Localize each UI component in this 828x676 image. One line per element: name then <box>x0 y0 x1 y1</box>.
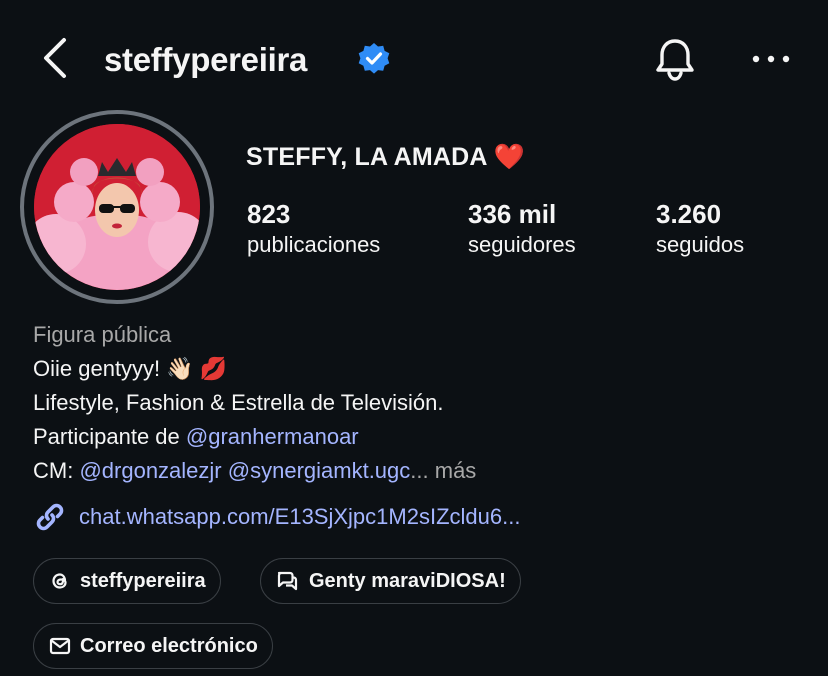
stat-posts-label: publicaciones <box>247 232 381 257</box>
stat-following-label: seguidos <box>656 232 745 257</box>
bio-ellipsis: ... <box>410 458 429 483</box>
channel-button[interactable]: Genty maraviDIOSA! <box>260 558 521 604</box>
mention-granhermanoar[interactable]: @granhermanoar <box>186 424 359 449</box>
chat-bubbles-icon <box>277 571 298 591</box>
back-button[interactable] <box>38 36 74 80</box>
link-icon <box>36 503 64 531</box>
bio-more-button[interactable]: más <box>435 458 477 483</box>
mention-synergiamkt[interactable]: @synergiamkt.ugc <box>228 458 411 483</box>
bio-cm-label: CM: <box>33 458 80 483</box>
display-name-text: STEFFY, LA AMADA <box>246 143 487 171</box>
stat-followers-label: seguidores <box>468 232 576 257</box>
email-button[interactable]: Correo electrónico <box>33 623 273 669</box>
stat-followers-value: 336 mil <box>468 199 557 229</box>
threads-profile-button[interactable]: steffypereiira <box>33 558 221 604</box>
heart-emoji: ❤️ <box>493 143 526 171</box>
email-pill-label: Correo electrónico <box>80 634 258 657</box>
bell-icon <box>656 39 694 81</box>
bio-line-1: Oiie gentyyy! 👋🏻 💋 <box>33 352 227 386</box>
bio-line-4: CM: @drgonzalezjr @synergiamkt.ugc... má… <box>33 454 476 488</box>
bio-line-3: Participante de @granhermanoar <box>33 420 359 454</box>
more-options-button[interactable] <box>748 44 794 74</box>
mail-icon <box>49 637 71 655</box>
mention-drgonzalezjr[interactable]: @drgonzalezjr <box>79 458 221 483</box>
chevron-left-icon <box>44 38 66 78</box>
profile-category: Figura pública <box>33 322 172 347</box>
verified-badge-icon <box>357 42 391 76</box>
stat-posts-value: 823 <box>247 199 291 229</box>
stat-posts[interactable]: 823 publicaciones <box>247 198 380 260</box>
avatar <box>34 124 200 290</box>
bio-emojis: 👋🏻 💋 <box>166 356 228 381</box>
notifications-button[interactable] <box>652 36 698 82</box>
bio-participant-label: Participante de <box>33 424 186 449</box>
stat-following[interactable]: 3.260 seguidos <box>656 198 744 260</box>
channel-pill-label: Genty maraviDIOSA! <box>309 569 506 592</box>
bio-link[interactable]: chat.whatsapp.com/E13SjXjpc1M2sIZcldu6..… <box>33 500 520 534</box>
stat-following-value: 3.260 <box>656 199 722 229</box>
more-dots-icon <box>752 55 790 63</box>
profile-username: steffypereiira <box>104 41 308 78</box>
profile-avatar-ring[interactable] <box>20 110 214 304</box>
threads-icon <box>52 573 67 589</box>
display-name: STEFFY, LA AMADA ❤️ <box>246 140 525 174</box>
threads-pill-label: steffypereiira <box>80 569 206 592</box>
stat-followers[interactable]: 336 mil seguidores <box>468 198 576 260</box>
bio-link-text: chat.whatsapp.com/E13SjXjpc1M2sIZcldu6..… <box>79 504 521 529</box>
bio-greeting: Oiie gentyyy! <box>33 356 161 381</box>
bio-line-2: Lifestyle, Fashion & Estrella de Televis… <box>33 390 444 415</box>
